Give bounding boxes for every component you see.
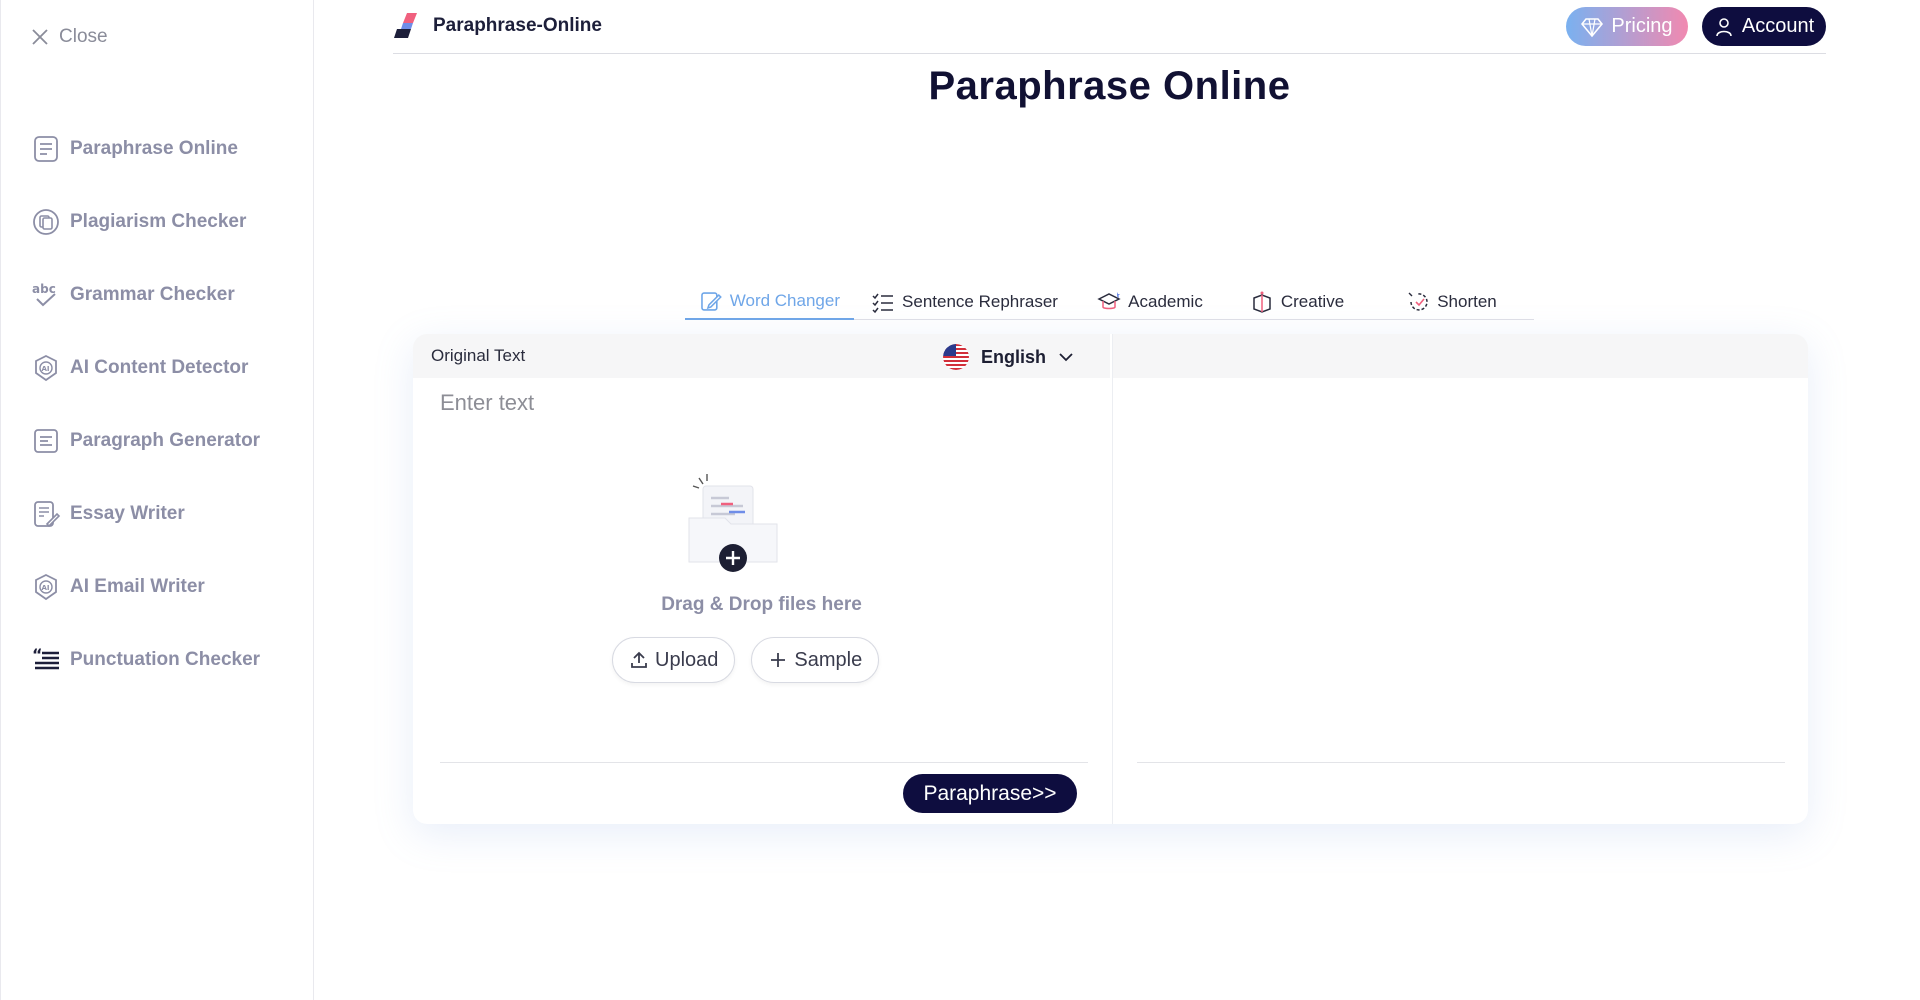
paragraph-icon <box>34 428 58 453</box>
upload-button[interactable]: Upload <box>612 637 736 683</box>
input-pane-header: Original Text English <box>413 334 1110 378</box>
edit-document-icon <box>701 292 722 311</box>
sidebar-item-label: Punctuation Checker <box>70 648 261 670</box>
user-icon <box>1716 17 1732 36</box>
brand-logo-icon <box>394 13 417 38</box>
sample-button[interactable]: Sample <box>751 637 880 683</box>
copy-circle-icon <box>33 208 59 235</box>
input-pane: Original Text English Enter text Drag & … <box>413 334 1110 824</box>
sidebar-item-punctuation-checker[interactable]: “ Punctuation Checker <box>31 623 260 696</box>
sidebar-item-essay-writer[interactable]: Essay Writer <box>31 477 260 550</box>
page-title: Paraphrase Online <box>928 64 1291 108</box>
output-divider <box>1137 762 1785 763</box>
input-divider <box>440 762 1088 763</box>
brand-logo[interactable]: Paraphrase-Online <box>393 11 602 41</box>
us-flag-icon <box>942 344 969 370</box>
sidebar-item-label: Paraphrase Online <box>70 137 238 159</box>
close-label: Close <box>59 26 108 47</box>
upload-label: Upload <box>655 648 719 671</box>
tab-label: Sentence Rephraser <box>902 292 1058 311</box>
tab-label: Academic <box>1128 292 1203 311</box>
original-text-label: Original Text <box>431 346 526 365</box>
sidebar-item-paragraph-generator[interactable]: Paragraph Generator <box>31 404 260 477</box>
sidebar-item-label: AI Content Detector <box>70 356 249 378</box>
mode-tabs: Word Changer Sentence Rephraser Academic… <box>685 284 1534 320</box>
svg-text:abc: abc <box>32 282 56 296</box>
account-label: Account <box>1741 15 1815 37</box>
drag-drop-text: Drag & Drop files here <box>661 594 862 615</box>
sidebar-item-label: Grammar Checker <box>70 283 235 305</box>
tab-label: Creative <box>1280 292 1345 311</box>
upload-icon <box>631 651 647 668</box>
svg-text:“: “ <box>32 645 43 664</box>
sidebar-item-ai-email-writer[interactable]: AI AI Email Writer <box>31 550 260 623</box>
ai-badge-icon: AI <box>35 354 57 381</box>
sidebar-item-label: Essay Writer <box>70 502 185 524</box>
close-icon <box>32 29 48 45</box>
tab-label: Word Changer <box>729 291 840 310</box>
document-lines-icon <box>34 135 58 162</box>
editor-card: Original Text English Enter text Drag & … <box>413 334 1808 824</box>
chevron-down-icon <box>1059 353 1073 362</box>
file-upload-illustration-icon <box>688 474 778 572</box>
abc-check-icon: abc <box>32 282 56 306</box>
sidebar-item-plagiarism-checker[interactable]: Plagiarism Checker <box>31 185 260 258</box>
sidebar-item-label: Plagiarism Checker <box>70 210 247 232</box>
top-header: Paraphrase-Online Pricing Account <box>393 0 1826 54</box>
shorten-icon <box>1408 292 1428 311</box>
tab-label: Shorten <box>1437 292 1497 311</box>
svg-text:AI: AI <box>42 365 50 373</box>
close-button[interactable]: Close <box>31 26 108 48</box>
sidebar-nav: Paraphrase Online Plagiarism Checker abc… <box>31 112 260 696</box>
svg-text:AI: AI <box>42 584 50 592</box>
brand-name: Paraphrase-Online <box>433 15 602 36</box>
sidebar-item-ai-content-detector[interactable]: AI AI Content Detector <box>31 331 260 404</box>
account-button[interactable]: Account <box>1702 7 1826 46</box>
sidebar-item-label: AI Email Writer <box>70 575 205 597</box>
creative-box-icon <box>1253 291 1271 313</box>
sidebar: Close Paraphrase Online Plagiarism Check… <box>0 0 314 1000</box>
output-pane-header <box>1113 334 1808 378</box>
tab-shorten[interactable]: Shorten <box>1369 284 1534 320</box>
sidebar-item-label: Paragraph Generator <box>70 429 261 451</box>
tab-sentence-rephraser[interactable]: Sentence Rephraser <box>854 284 1075 320</box>
paraphrase-button[interactable]: Paraphrase>> <box>903 774 1077 813</box>
pricing-button[interactable]: Pricing <box>1566 7 1688 46</box>
sample-label: Sample <box>794 648 863 671</box>
tab-creative[interactable]: Creative <box>1225 284 1369 320</box>
tab-academic[interactable]: Academic <box>1075 284 1225 320</box>
diamond-icon <box>1581 17 1604 37</box>
ai-badge-icon: AI <box>35 573 57 600</box>
document-pen-icon <box>34 500 61 527</box>
sidebar-item-paraphrase-online[interactable]: Paraphrase Online <box>31 112 260 185</box>
file-actions: Upload Sample <box>612 637 880 683</box>
tab-word-changer[interactable]: Word Changer <box>685 284 854 320</box>
checklist-icon <box>872 293 894 314</box>
output-pane <box>1112 334 1808 824</box>
sidebar-item-grammar-checker[interactable]: abc Grammar Checker <box>31 258 260 331</box>
language-selector[interactable]: English <box>942 344 1074 370</box>
language-label: English <box>980 346 1046 367</box>
graduation-cap-icon <box>1097 292 1121 310</box>
pricing-label: Pricing <box>1611 15 1673 37</box>
plus-icon <box>771 653 786 667</box>
quote-lines-icon: “ <box>32 645 59 669</box>
